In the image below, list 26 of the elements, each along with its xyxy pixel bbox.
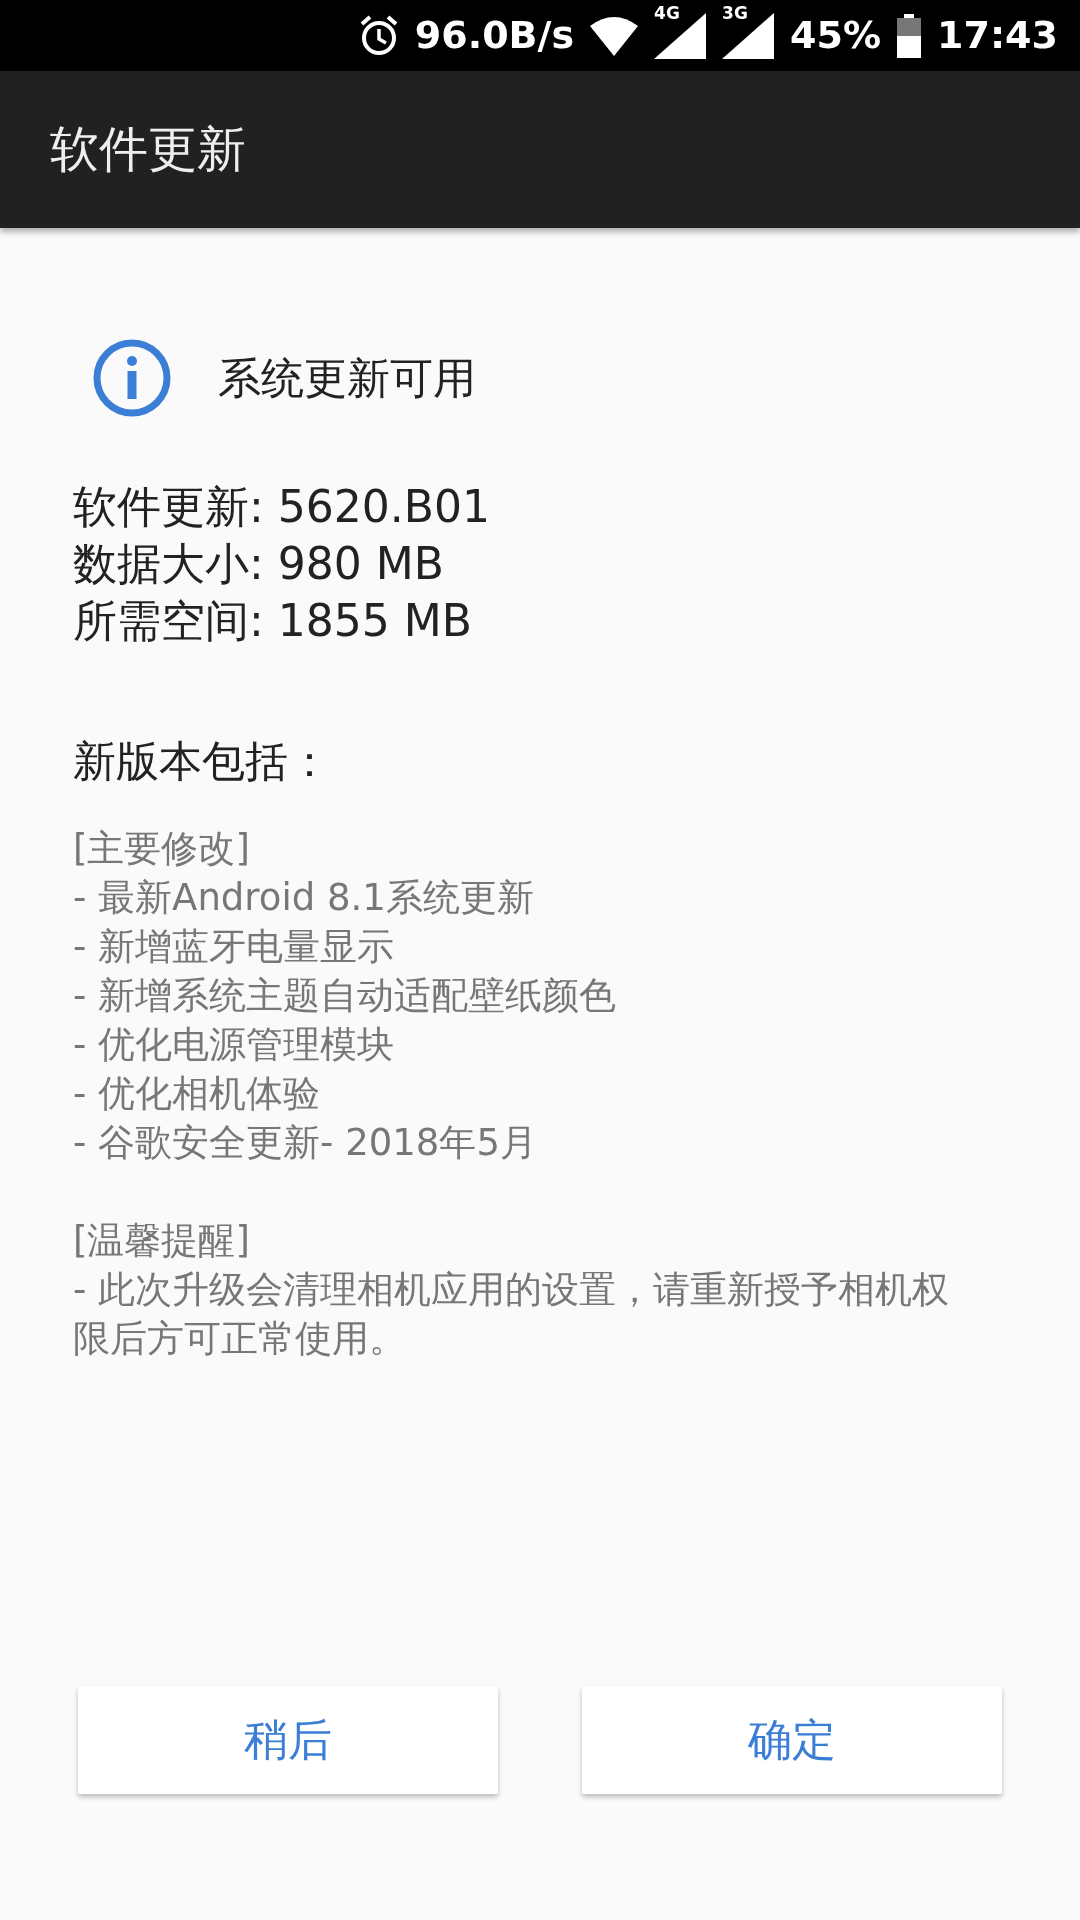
battery-percent-text: 45% xyxy=(790,12,882,59)
changelog-item: - 新增系统主题自动适配壁纸颜色 xyxy=(73,972,618,1019)
changelog-item: - 优化电源管理模块 xyxy=(73,1021,396,1068)
changelog-item: - 最新Android 8.1系统更新 xyxy=(73,874,535,921)
changelog-item: - 谷歌安全更新- 2018年5月 xyxy=(73,1119,538,1166)
changelog-item: - 新增蓝牙电量显示 xyxy=(73,923,396,970)
detail-line: 数据大小: 980 MB xyxy=(73,537,445,591)
battery-icon xyxy=(897,13,922,58)
alarm-clock-icon xyxy=(358,14,399,57)
network-speed-text: 96.0B/s xyxy=(414,12,575,59)
clock-text: 17:43 xyxy=(937,12,1058,59)
dialog-button[interactable]: 确定 xyxy=(582,1686,1002,1794)
detail-line: 软件更新: 5620.B01 xyxy=(73,480,491,534)
wifi-icon xyxy=(590,15,639,56)
dialog-button[interactable]: 稍后 xyxy=(78,1686,498,1794)
detail-line: 所需空间: 1855 MB xyxy=(73,594,473,648)
screen-title: 软件更新 xyxy=(50,119,246,180)
changelog-item: - 此次升级会清理相机应用的设置，请重新授予相机权限后方可正常使用。 xyxy=(73,1266,951,1362)
section-title: [温馨提醒] xyxy=(73,1217,251,1264)
changes-heading: 新版本包括： xyxy=(73,736,331,786)
section-title: [主要修改] xyxy=(73,825,251,872)
changelog-item: - 优化相机体验 xyxy=(73,1070,322,1117)
update-available-text: 系统更新可用 xyxy=(218,351,476,405)
network-type-text: 3G xyxy=(722,4,748,22)
network-type-text: 4G xyxy=(654,4,680,22)
info-icon xyxy=(92,338,172,418)
